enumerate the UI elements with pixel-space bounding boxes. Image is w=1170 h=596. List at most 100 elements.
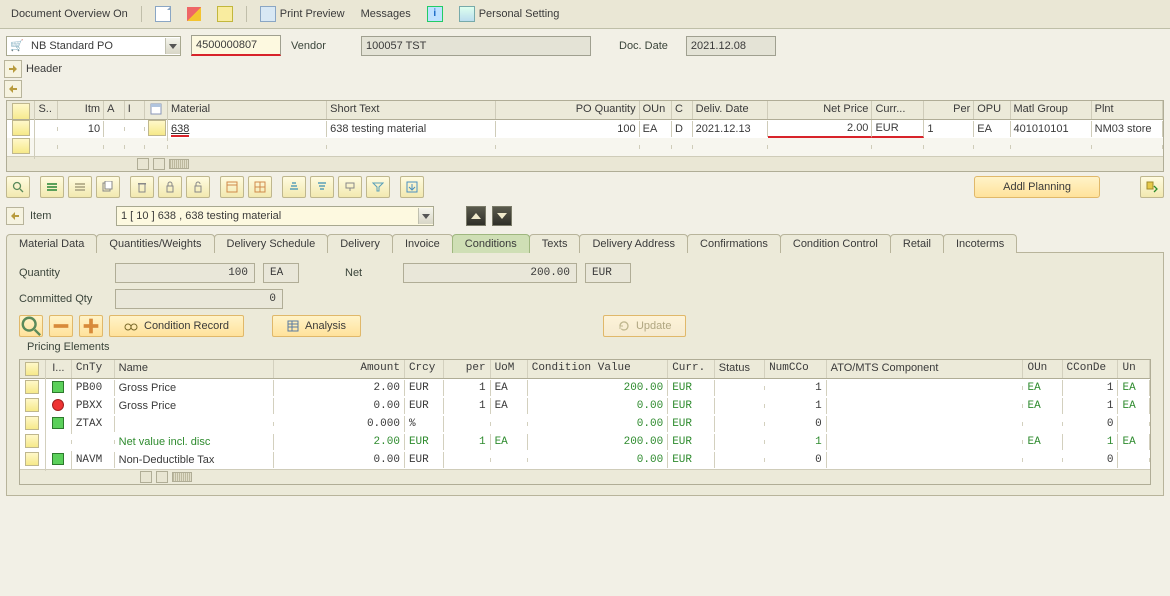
tab-incoterms[interactable]: Incoterms	[943, 234, 1017, 253]
find-button[interactable]	[338, 176, 362, 198]
col-status-header[interactable]: S..	[35, 101, 58, 119]
reset-conditions-button[interactable]	[1140, 176, 1164, 198]
item-next-button[interactable]	[492, 206, 512, 226]
scroll-right-button[interactable]	[156, 471, 168, 483]
col-itm-header[interactable]: Itm	[58, 101, 104, 119]
row-net-price[interactable]: 2.00	[768, 120, 873, 138]
row-oun[interactable]: EA	[640, 121, 672, 137]
pgcol-name[interactable]: Name	[115, 360, 274, 378]
scroll-left-button[interactable]	[140, 471, 152, 483]
pgcol-un[interactable]: Un	[1118, 360, 1150, 378]
col-plant-header[interactable]: Plnt	[1092, 101, 1163, 119]
pgcol-uom[interactable]: UoM	[491, 360, 528, 378]
col-c-header[interactable]: C	[672, 101, 693, 119]
update-button[interactable]: Update	[603, 315, 686, 337]
export-button[interactable]	[400, 176, 424, 198]
messages-button[interactable]: Messages	[356, 6, 416, 22]
row-currency[interactable]: EUR	[872, 120, 924, 138]
pgcol-cconde[interactable]: CConDe	[1063, 360, 1119, 378]
col-curr-header[interactable]: Curr...	[872, 101, 924, 119]
row-opu[interactable]: EA	[974, 121, 1010, 137]
detail-button[interactable]	[6, 176, 30, 198]
col-opu-header[interactable]: OPU	[974, 101, 1010, 119]
pgcol-curr[interactable]: Curr.	[668, 360, 715, 378]
row-select-button[interactable]	[25, 434, 39, 448]
po-type-dropdown[interactable]: 🛒 NB Standard PO	[6, 36, 181, 56]
pgcol-oun[interactable]: OUn	[1023, 360, 1062, 378]
item-grid-row-empty[interactable]	[7, 138, 1163, 156]
addl-planning-button[interactable]: Addl Planning	[974, 176, 1100, 198]
item-grid-scrollbar[interactable]	[7, 156, 1163, 171]
row-deliv-date[interactable]: 2021.12.13	[693, 121, 768, 137]
col-short-text-header[interactable]: Short Text	[327, 101, 496, 119]
tab-confirmations[interactable]: Confirmations	[687, 234, 781, 253]
pricing-row[interactable]: NAVMNon-Deductible Tax0.00EUR0.00EUR00	[20, 451, 1150, 469]
po-number-field[interactable]: 4500000807	[191, 35, 281, 56]
tab-texts[interactable]: Texts	[529, 234, 581, 253]
row-material-f4[interactable]	[145, 118, 168, 141]
pgcol-cnty[interactable]: CnTy	[72, 360, 115, 378]
chevron-down-icon[interactable]	[418, 208, 433, 224]
col-select[interactable]	[7, 101, 35, 119]
col-deliv-date-header[interactable]: Deliv. Date	[693, 101, 768, 119]
personal-setting-button[interactable]: Personal Setting	[454, 4, 565, 24]
scroll-left-button[interactable]	[137, 158, 149, 170]
lock-button[interactable]	[158, 176, 182, 198]
tab-invoice[interactable]: Invoice	[392, 234, 453, 253]
tab-delivery[interactable]: Delivery	[327, 234, 393, 253]
row-matl-group[interactable]: 401010101	[1011, 121, 1092, 137]
filter-button[interactable]	[366, 176, 390, 198]
item-grid-row[interactable]: 10 638 638 testing material 100 EA D 202…	[7, 120, 1163, 138]
pgcol-ato[interactable]: ATO/MTS Component	[827, 360, 1024, 378]
item-detail-collapse-button[interactable]	[6, 207, 24, 225]
tab-conditions[interactable]: Conditions	[452, 234, 530, 253]
scroll-right-button[interactable]	[153, 158, 165, 170]
col-per-header[interactable]: Per	[924, 101, 974, 119]
col-oun-header[interactable]: OUn	[640, 101, 672, 119]
scroll-thumb[interactable]	[169, 159, 189, 169]
info-button[interactable]: i	[422, 4, 448, 24]
deselect-all-button[interactable]	[68, 176, 92, 198]
tab-material-data[interactable]: Material Data	[6, 234, 97, 253]
analysis-button[interactable]: Analysis	[272, 315, 361, 337]
row-per[interactable]: 1	[924, 121, 974, 137]
row-select-button[interactable]	[25, 398, 39, 412]
scroll-thumb[interactable]	[172, 472, 192, 482]
sort-asc-button[interactable]	[282, 176, 306, 198]
condition-record-button[interactable]: Condition Record	[109, 315, 244, 337]
col-a-header[interactable]: A	[104, 101, 125, 119]
row-short-text[interactable]: 638 testing material	[327, 121, 496, 137]
print-preview-button[interactable]: Print Preview	[255, 4, 350, 24]
hold-button[interactable]	[212, 4, 238, 24]
pgcol-crcy[interactable]: Crcy	[405, 360, 444, 378]
pricing-row[interactable]: Net value incl. disc2.00EUR1EA200.00EUR1…	[20, 433, 1150, 451]
pgcol-i[interactable]: I...	[46, 360, 72, 378]
row-po-qty[interactable]: 100	[496, 121, 640, 137]
pgcol-cond-value[interactable]: Condition Value	[528, 360, 668, 378]
sort-desc-button[interactable]	[310, 176, 334, 198]
col-f-icon-header[interactable]	[145, 101, 168, 119]
item-previous-button[interactable]	[466, 206, 486, 226]
tab-quantities-weights[interactable]: Quantities/Weights	[96, 234, 214, 253]
row-material[interactable]: 638	[168, 121, 327, 137]
row-select-button[interactable]	[12, 120, 30, 136]
item-dropdown[interactable]: 1 [ 10 ] 638 , 638 testing material	[116, 206, 434, 226]
unlock-button[interactable]	[186, 176, 210, 198]
tab-delivery-schedule[interactable]: Delivery Schedule	[214, 234, 329, 253]
pricing-grid-scrollbar[interactable]	[20, 469, 1150, 484]
col-po-qty-header[interactable]: PO Quantity	[496, 101, 640, 119]
col-net-price-header[interactable]: Net Price	[768, 101, 873, 119]
row-select-button[interactable]	[25, 452, 39, 466]
tab-delivery-address[interactable]: Delivery Address	[579, 234, 688, 253]
choose-button[interactable]	[19, 315, 43, 337]
other-po-button[interactable]	[182, 5, 206, 23]
insert-line-button[interactable]	[49, 315, 73, 337]
delete-button[interactable]	[130, 176, 154, 198]
pgcol-amount[interactable]: Amount	[274, 360, 405, 378]
pricing-row[interactable]: PB00Gross Price2.00EUR1EA200.00EUR1EA1EA	[20, 379, 1150, 397]
select-all-button[interactable]	[40, 176, 64, 198]
item-overview-collapse-button[interactable]	[4, 80, 22, 98]
tab-condition-control[interactable]: Condition Control	[780, 234, 891, 253]
pgcol-numcco[interactable]: NumCCo	[765, 360, 827, 378]
col-material-header[interactable]: Material	[168, 101, 327, 119]
